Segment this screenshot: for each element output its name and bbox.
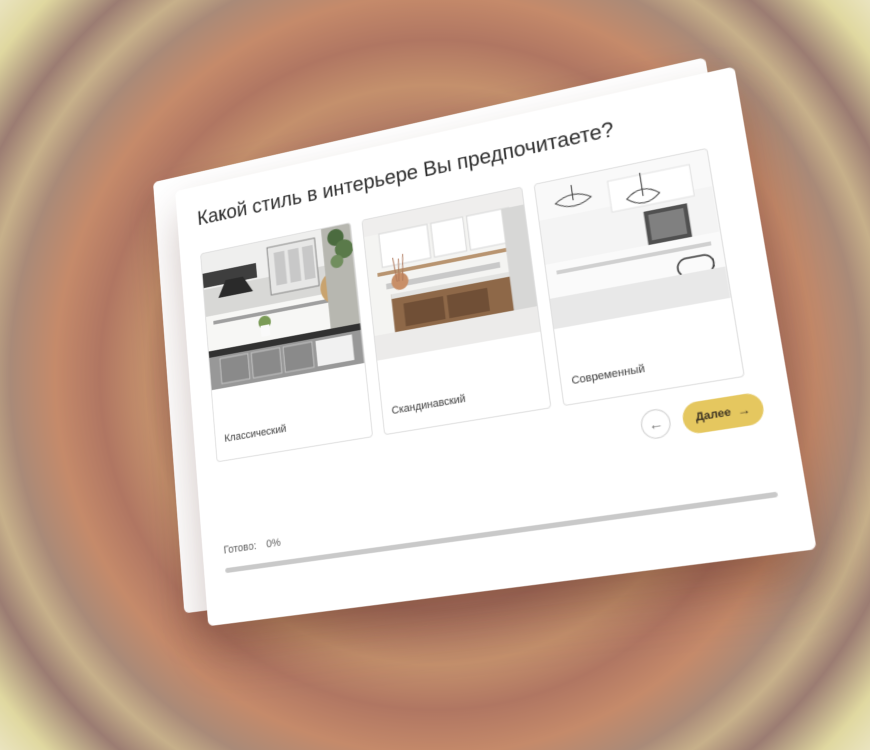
- quiz-navigation: ← Далее →: [639, 391, 766, 441]
- progress-text: Готово: 0%: [223, 537, 281, 557]
- progress-label: Готово:: [223, 540, 257, 557]
- next-button[interactable]: Далее →: [680, 391, 766, 436]
- option-modern-label: Современный: [570, 362, 646, 388]
- classic-kitchen-image: [201, 223, 365, 391]
- option-classic[interactable]: Классический: [200, 222, 373, 463]
- quiz-card: Какой стиль в интерьере Вы предпочитаете…: [175, 66, 817, 627]
- progress-value: 0%: [265, 536, 282, 551]
- option-classic-label: Классический: [224, 423, 287, 445]
- promo-scene: Какой стиль в интерьере Вы предпочитаете…: [0, 0, 870, 750]
- arrow-right-icon: →: [736, 401, 752, 419]
- modern-kitchen-illustration: [534, 149, 731, 330]
- scandinavian-kitchen-image: [362, 187, 541, 361]
- progress-bar: [225, 491, 779, 574]
- modern-kitchen-image: [534, 149, 731, 330]
- classic-kitchen-illustration: [201, 223, 365, 391]
- quiz-card-stack: Какой стиль в интерьере Вы предпочитаете…: [153, 57, 817, 627]
- next-button-label: Далее: [694, 405, 732, 424]
- option-scandinavian-label: Скандинавский: [391, 392, 467, 418]
- option-scandinavian[interactable]: Скандинавский: [361, 186, 552, 436]
- scandinavian-kitchen-illustration: [362, 187, 541, 361]
